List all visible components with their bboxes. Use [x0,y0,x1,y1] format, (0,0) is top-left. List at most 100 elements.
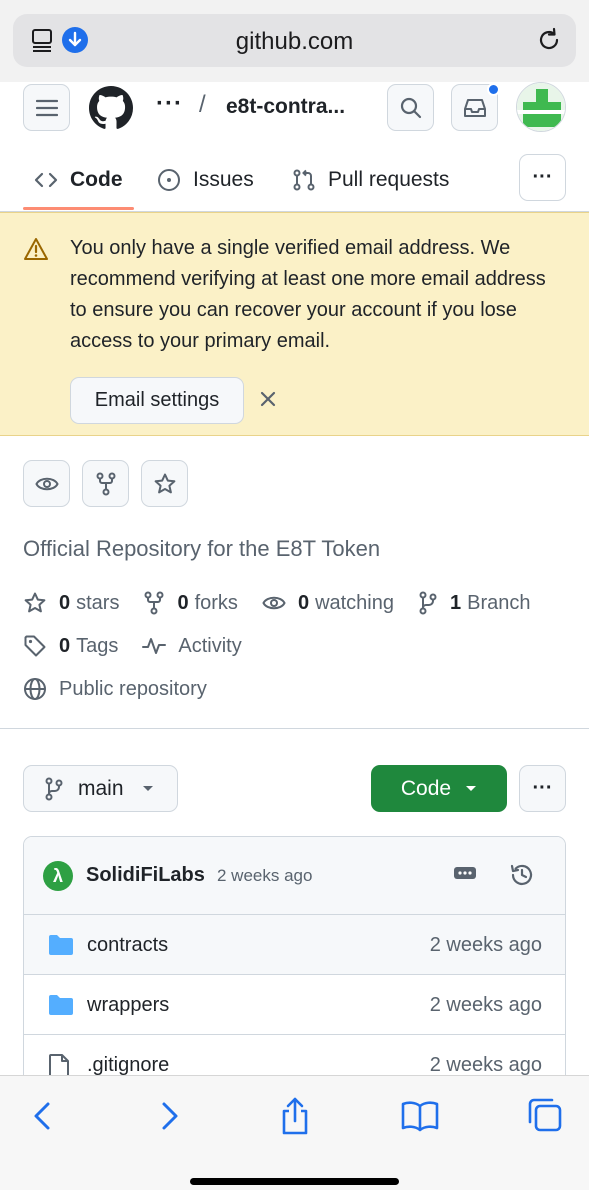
home-indicator [190,1178,399,1185]
repo-more-button[interactable]: ··· [519,765,566,812]
fork-button[interactable] [82,460,129,507]
fork-icon [95,472,117,496]
tab-pull-requests[interactable]: Pull requests [292,150,449,210]
notification-indicator [487,83,500,96]
tabs-icon[interactable] [526,1096,564,1136]
commit-time: 2 weeks ago [217,866,313,885]
back-icon[interactable] [30,1096,54,1136]
browser-bottom-toolbar [0,1075,589,1190]
search-button[interactable] [387,84,434,131]
repo-description: Official Repository for the E8T Token [23,536,381,561]
file-name[interactable]: .gitignore [87,1054,169,1077]
tab-issues-label: Issues [193,168,254,191]
watch-button[interactable] [23,460,70,507]
activity-link[interactable]: Activity [142,634,242,658]
file-updated-time: 2 weeks ago [429,994,542,1016]
chevron-down-icon [142,785,154,793]
latest-commit-row: λ SolidiFiLabs 2 weeks ago [24,837,565,915]
email-warning-banner: You only have a single verified email ad… [0,212,589,436]
visibility-item: Public repository [23,677,207,701]
email-settings-button[interactable]: Email settings [70,377,244,424]
branch-name: main [78,776,124,800]
code-button[interactable]: Code [371,765,507,812]
pulse-icon [142,636,167,656]
globe-icon [23,677,47,701]
repo-stats-row: 0 stars 0 forks 0 watching 1 Branch [23,591,555,615]
bookmarks-icon[interactable] [400,1096,440,1136]
tags-link[interactable]: 0 Tags [23,634,118,658]
commit-author-avatar[interactable]: λ [43,861,73,891]
reload-icon[interactable] [536,27,562,53]
file-name[interactable]: wrappers [87,994,169,1017]
branch-icon [418,591,438,615]
repo-tabs: Code Issues Pull requests ··· [0,150,589,212]
commit-author[interactable]: SolidiFiLabs [86,864,205,887]
folder-icon [48,934,74,956]
breadcrumb-separator: / [199,91,206,118]
star-icon [23,591,47,615]
visibility-label: Public repository [59,677,207,700]
share-icon[interactable] [279,1096,311,1136]
code-button-label: Code [400,776,452,800]
tag-icon [23,634,47,658]
breadcrumb-repo-name[interactable]: e8t-contra... [226,95,345,119]
file-row[interactable]: wrappers 2 weeks ago [24,975,565,1035]
branches-link[interactable]: 1 Branch [418,591,531,615]
history-icon[interactable] [509,862,535,888]
commit-message-toggle-icon[interactable] [453,866,477,880]
forward-icon[interactable] [158,1096,182,1136]
branch-selector[interactable]: main [23,765,178,812]
eye-icon [34,475,59,493]
user-avatar[interactable] [516,82,566,132]
watching-count: 0 [297,591,310,614]
code-icon [34,171,58,189]
file-updated-time: 2 weeks ago [429,1054,542,1076]
watching-link[interactable]: 0 watching [262,592,394,615]
star-button[interactable] [141,460,188,507]
repo-visibility-row: Public repository [23,677,231,701]
tab-pull-requests-label: Pull requests [328,168,450,191]
issue-icon [157,168,181,192]
file-list: λ SolidiFiLabs 2 weeks ago contracts 2 w… [23,836,566,1096]
close-icon[interactable] [258,389,278,409]
branch-icon [44,777,64,801]
folder-icon [48,994,74,1016]
file-updated-time: 2 weeks ago [429,934,542,956]
warning-icon [23,237,49,261]
eye-icon [262,594,286,612]
star-icon [153,472,177,496]
section-divider [0,728,589,729]
file-name[interactable]: contracts [87,934,168,957]
repo-tags-row: 0 Tags Activity [23,634,266,658]
watching-label: watching [315,591,394,614]
tags-count: 0 [59,634,71,657]
github-logo-icon[interactable] [89,86,133,130]
tab-code-label: Code [70,168,123,191]
file-row[interactable]: contracts 2 weeks ago [24,915,565,975]
fork-icon [143,591,165,615]
tabs-more-button[interactable]: ··· [519,154,566,201]
branches-label: Branch [467,591,531,614]
address-bar[interactable]: github.com [13,14,576,67]
tab-issues[interactable]: Issues [157,150,254,210]
tags-label: Tags [76,634,119,657]
github-header: ··· / e8t-contra... [0,82,589,134]
active-tab-underline [23,207,134,210]
forks-link[interactable]: 0 forks [143,591,238,615]
search-icon [400,97,422,119]
inbox-icon [463,98,487,118]
stars-link[interactable]: 0 stars [23,591,119,615]
hamburger-icon [35,99,58,117]
branches-count: 1 [450,591,462,614]
activity-label: Activity [178,634,242,657]
pull-request-icon [292,168,316,192]
banner-message: You only have a single verified email ad… [70,237,546,352]
chevron-down-icon [465,785,477,793]
forks-label: forks [194,591,238,614]
url-text[interactable]: github.com [13,28,576,56]
stars-label: stars [76,591,120,614]
menu-button[interactable] [23,84,70,131]
breadcrumb-ellipsis[interactable]: ··· [156,90,183,118]
forks-count: 0 [177,591,189,614]
tab-code[interactable]: Code [34,150,123,210]
